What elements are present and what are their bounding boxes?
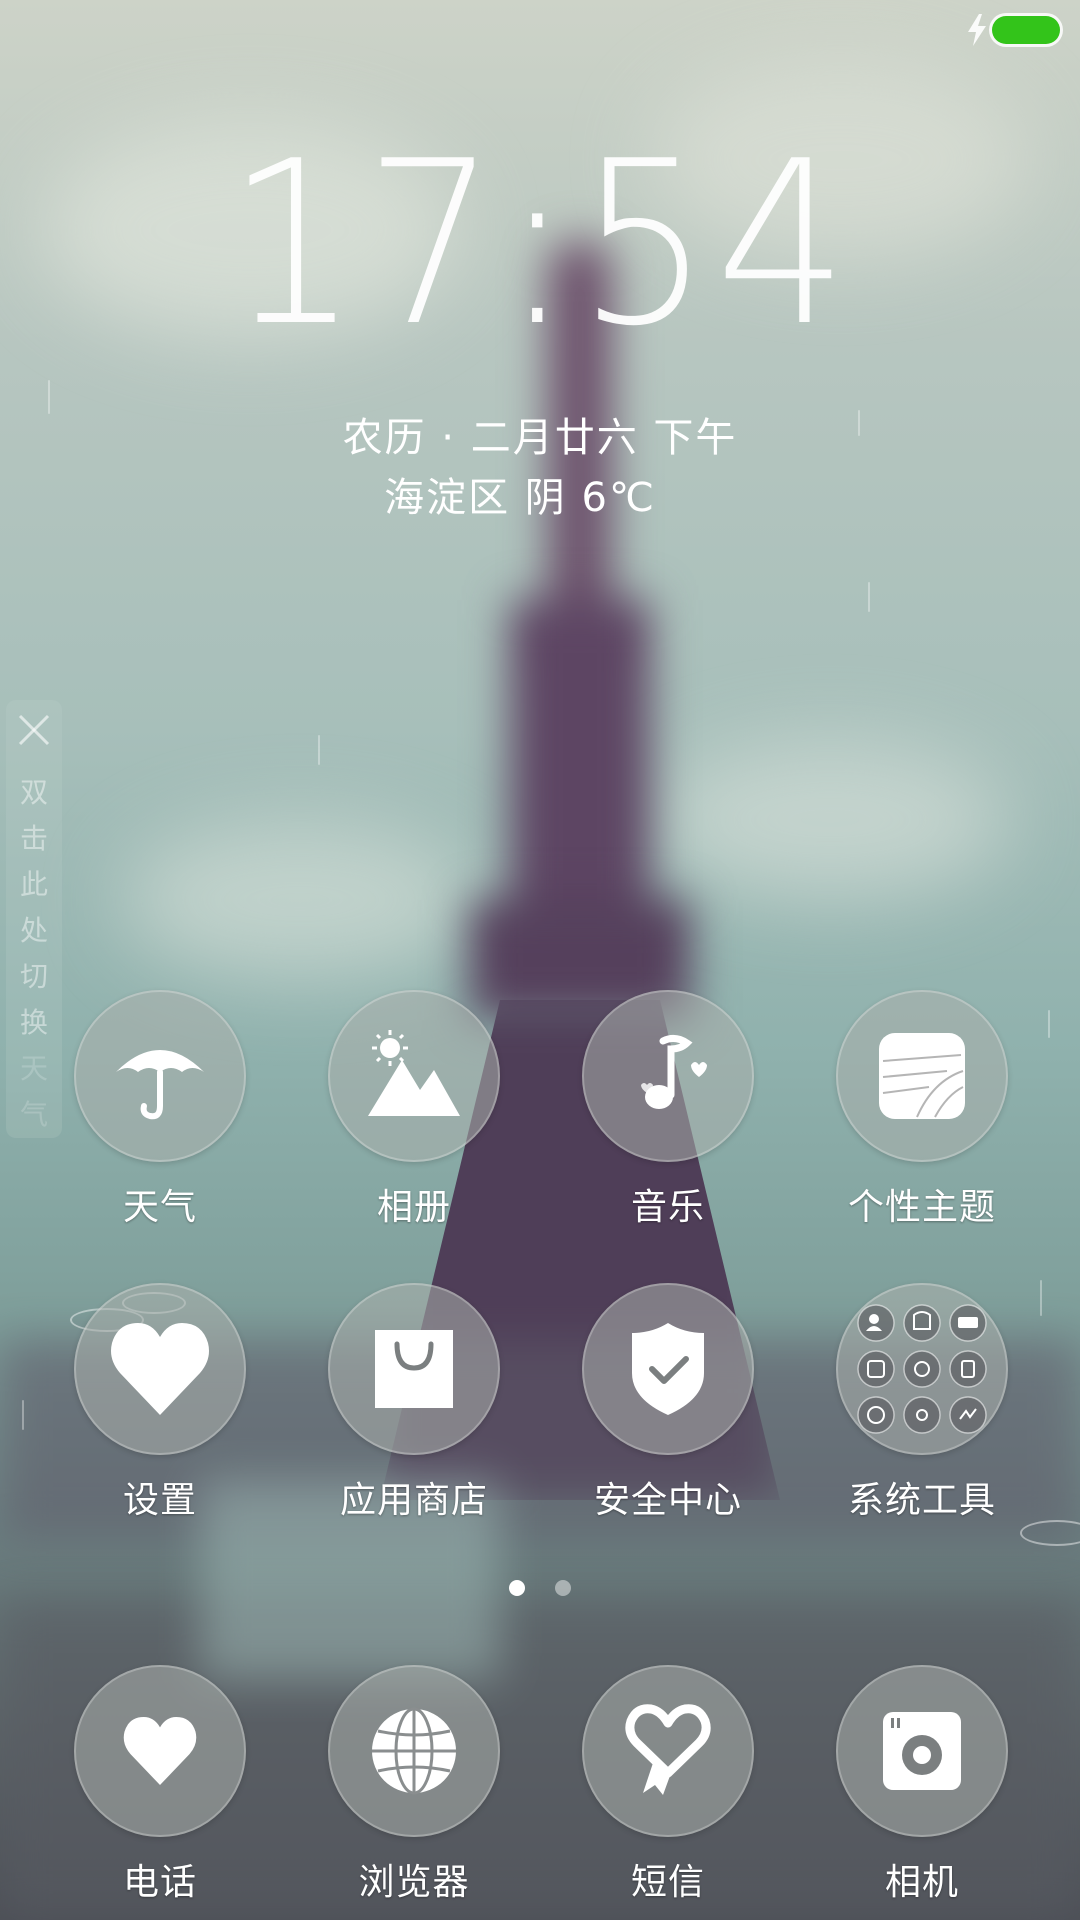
- app-label: 个性主题: [847, 1187, 996, 1228]
- tools-folder-icon: [857, 1304, 987, 1434]
- app-label: 设置: [122, 1480, 197, 1521]
- page-indicator[interactable]: [0, 1580, 1080, 1600]
- app-icon-circle[interactable]: [836, 990, 1008, 1162]
- heart-phone-icon: [123, 1716, 197, 1786]
- app-label: 天气: [122, 1187, 197, 1228]
- app-music[interactable]: 音乐: [558, 990, 778, 1230]
- dock-camera[interactable]: 相机: [812, 1665, 1032, 1905]
- app-icon-circle[interactable]: [582, 990, 754, 1162]
- dock-browser[interactable]: 浏览器: [304, 1665, 524, 1905]
- status-bar: [0, 0, 1080, 60]
- umbrella-icon: [116, 1050, 204, 1120]
- clock-time: 17:54: [226, 113, 854, 376]
- lightning-icon: [968, 14, 986, 46]
- ribbon-heart-icon: [625, 1704, 711, 1795]
- app-label: 相机: [884, 1862, 959, 1903]
- app-label: 电话: [122, 1862, 197, 1903]
- shopping-bag-icon: [375, 1330, 453, 1408]
- page-dot-2[interactable]: [554, 1580, 571, 1596]
- heart-icon: [111, 1323, 209, 1415]
- app-label: 浏览器: [358, 1862, 470, 1903]
- page-dot-1[interactable]: [509, 1580, 526, 1596]
- app-icon-circle[interactable]: [582, 1665, 754, 1837]
- app-label: 安全中心: [593, 1480, 742, 1521]
- app-label: 音乐: [630, 1187, 705, 1228]
- music-note-icon: [641, 1034, 707, 1109]
- app-label: 应用商店: [339, 1480, 488, 1521]
- app-icon-circle[interactable]: [74, 1665, 246, 1837]
- theme-card-icon: [879, 1033, 965, 1119]
- globe-icon: [372, 1707, 456, 1795]
- dock-messages[interactable]: 短信: [558, 1665, 778, 1905]
- app-system-tools[interactable]: 系统工具: [812, 1283, 1032, 1523]
- close-icon[interactable]: [16, 712, 52, 748]
- shield-check-icon: [632, 1323, 704, 1415]
- weather-summary[interactable]: 海淀区 阴 6℃: [0, 465, 1080, 523]
- app-security[interactable]: 安全中心: [558, 1283, 778, 1523]
- app-icon-circle[interactable]: [328, 990, 500, 1162]
- app-icon-circle[interactable]: [328, 1283, 500, 1455]
- app-icon-circle[interactable]: [74, 990, 246, 1162]
- app-icon-circle[interactable]: [328, 1665, 500, 1837]
- home-screen: 17:54 农历 · 二月廿六 下午 海淀区 阴 6℃ 双 击 此 处 切 换 …: [0, 0, 1080, 1920]
- dock-phone[interactable]: 电话: [50, 1665, 270, 1905]
- lunar-date: 农历 · 二月廿六 下午: [342, 415, 738, 461]
- app-icon-circle[interactable]: [582, 1283, 754, 1455]
- app-gallery[interactable]: 相册: [304, 990, 524, 1230]
- app-themes[interactable]: 个性主题: [812, 990, 1032, 1230]
- app-label: 相册: [376, 1187, 451, 1228]
- app-settings[interactable]: 设置: [50, 1283, 270, 1523]
- app-weather[interactable]: 天气: [50, 990, 270, 1230]
- battery-indicator: [992, 16, 1060, 44]
- app-label: 系统工具: [847, 1480, 996, 1521]
- app-icon-circle[interactable]: [836, 1665, 1008, 1837]
- app-icon-circle[interactable]: [74, 1283, 246, 1455]
- app-store[interactable]: 应用商店: [304, 1283, 524, 1523]
- app-label: 短信: [630, 1862, 705, 1903]
- app-icon-circle[interactable]: [836, 1283, 1008, 1455]
- mountain-sun-icon: [368, 1030, 460, 1116]
- camera-icon: [883, 1712, 961, 1790]
